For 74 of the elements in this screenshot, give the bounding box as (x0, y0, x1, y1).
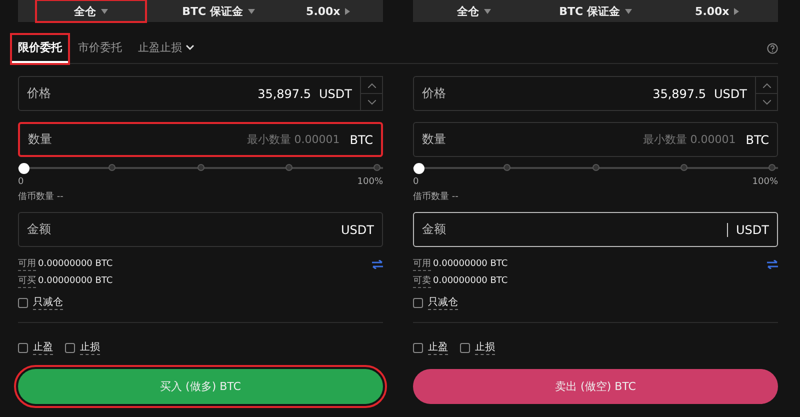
price-field[interactable]: 价格 35,897.5 USDT (413, 76, 756, 111)
slider-min-label: 0 (18, 177, 24, 187)
caret-icon (624, 8, 632, 14)
checkbox[interactable] (18, 298, 28, 308)
reduce-only-label: 只减仓 (428, 295, 458, 310)
margin-setting-button[interactable]: BTC 保证金 (534, 0, 656, 22)
quantity-input[interactable]: 最小数量 0.00001 (618, 132, 738, 147)
checkbox[interactable] (460, 342, 470, 352)
price-unit: USDT (714, 86, 747, 100)
triangle-right-icon (734, 8, 740, 14)
caret-icon (248, 8, 255, 14)
margin-setting-button[interactable]: 全仓 (413, 0, 535, 22)
borrow-amount: 借币数量 -- (413, 190, 458, 203)
checkbox[interactable] (413, 298, 423, 308)
help-icon[interactable] (767, 43, 778, 54)
checkbox-label: 止损 (475, 340, 495, 355)
price-field[interactable]: 价格 35,897.5 USDT (18, 76, 361, 111)
slider-thumb[interactable] (18, 162, 30, 174)
reduce-only-label: 只减仓 (33, 295, 63, 310)
chevron-down-icon (368, 100, 376, 104)
balance-label: 可卖 (413, 274, 431, 288)
slider-step-dot (768, 164, 776, 171)
chevron-down-icon (186, 45, 194, 50)
amount-field[interactable]: 金额 USDT (18, 212, 383, 247)
balance-value: 0.00000000 BTC (38, 276, 113, 286)
balance-value: 0.00000000 BTC (433, 259, 508, 269)
margin-setting-button[interactable]: 全仓 (36, 0, 146, 22)
submit-button[interactable]: 卖出 (做空) BTC (413, 369, 778, 404)
margin-setting-button[interactable]: 5.00x (656, 0, 778, 22)
slider-step-dot (592, 164, 599, 171)
margin-setting-button[interactable]: BTC 保证金 (164, 0, 274, 22)
chevron-down-icon (762, 100, 770, 104)
balance-label: 可用 (18, 257, 36, 271)
price-value: 35,897.5 (258, 86, 312, 100)
slider-step-dot (285, 164, 292, 171)
slider-step-dot (680, 164, 688, 171)
balance-label: 可买 (18, 274, 36, 288)
price-value: 35,897.5 (652, 86, 706, 100)
quantity-field[interactable]: 数量 最小数量 0.00001 BTC (413, 122, 778, 157)
slider-max-label: 100% (357, 177, 383, 187)
caret-icon (484, 8, 491, 14)
checkbox[interactable] (65, 342, 75, 352)
balance-label: 可用 (413, 257, 431, 271)
order-type-tab[interactable]: 限价委托 (12, 34, 68, 62)
price-label: 价格 (422, 85, 446, 102)
checkbox[interactable] (18, 342, 28, 352)
checkbox-label: 止损 (80, 340, 100, 355)
quantity-field[interactable]: 数量 最小数量 0.00001 BTC (18, 122, 383, 157)
checkbox-label: 止盈 (33, 340, 53, 355)
balance-value: 0.00000000 BTC (38, 259, 113, 269)
borrow-amount: 借币数量 -- (18, 190, 64, 203)
balance-value: 0.00000000 BTC (433, 276, 508, 286)
slider-step-dot (108, 164, 116, 171)
slider-step-dot (504, 164, 511, 171)
price-unit: USDT (319, 86, 352, 100)
slider-step-dot (374, 164, 380, 171)
checkbox-label: 止盈 (428, 340, 448, 355)
chevron-up-icon (368, 82, 376, 88)
slider-max-label: 100% (752, 177, 778, 187)
checkbox[interactable] (413, 342, 423, 352)
order-type-tab[interactable]: 市价委托 (72, 34, 128, 62)
order-type-tab[interactable]: 止盈止损 (132, 34, 200, 62)
caret-icon (100, 8, 108, 14)
slider-min-label: 0 (413, 177, 419, 187)
chevron-up-icon (762, 82, 770, 88)
swap-icon[interactable] (767, 260, 778, 268)
slider-step-dot (197, 164, 204, 171)
price-label: 价格 (27, 85, 51, 102)
slider-thumb[interactable] (414, 162, 424, 174)
amount-field[interactable]: 金额 USDT (413, 212, 778, 247)
margin-setting-button[interactable]: 5.00x (273, 0, 384, 22)
swap-icon[interactable] (372, 260, 383, 268)
quantity-input[interactable]: 最小数量 0.00001 (222, 132, 342, 147)
triangle-right-icon (345, 8, 350, 14)
